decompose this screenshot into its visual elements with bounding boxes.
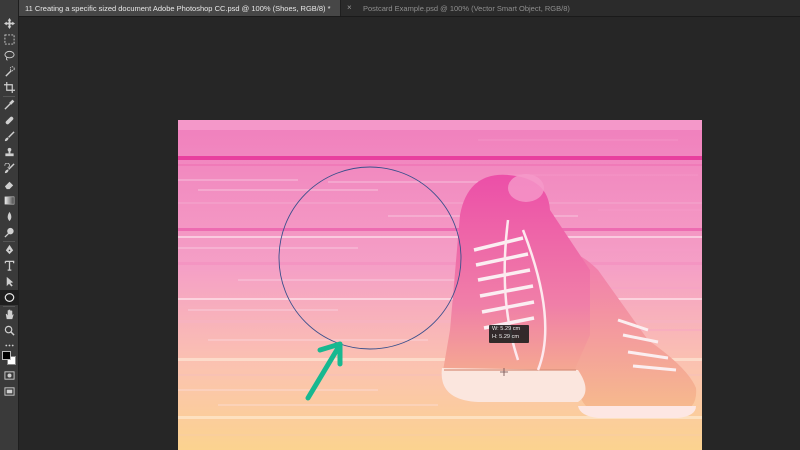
zoom-tool-icon[interactable] bbox=[0, 323, 18, 338]
quick-mask-icon[interactable] bbox=[0, 368, 18, 383]
screen-mode-icon[interactable] bbox=[0, 384, 18, 399]
quick-selection-tool-icon[interactable] bbox=[0, 64, 18, 79]
dodge-tool-icon[interactable] bbox=[0, 225, 18, 240]
tab-label: Postcard Example.psd @ 100% (Vector Smar… bbox=[363, 3, 570, 13]
dimension-tooltip: W: 5.29 cm H: 5.29 cm bbox=[489, 325, 529, 343]
eraser-tool-icon[interactable] bbox=[0, 177, 18, 192]
crop-tool-icon[interactable] bbox=[0, 80, 18, 95]
move-tool-icon[interactable] bbox=[0, 16, 18, 31]
annotation-arrow-icon bbox=[305, 341, 343, 401]
color-swatches-icon[interactable] bbox=[1, 350, 18, 366]
document-canvas[interactable] bbox=[178, 120, 702, 450]
pen-tool-icon[interactable] bbox=[0, 242, 18, 257]
marquee-tool-icon[interactable] bbox=[0, 32, 18, 47]
height-readout: H: 5.29 cm bbox=[492, 333, 520, 340]
tools-panel bbox=[0, 0, 19, 450]
width-readout: W: 5.29 cm bbox=[492, 326, 521, 332]
tab-label: 11 Creating a specific sized document Ad… bbox=[25, 3, 331, 13]
close-tab-button[interactable]: × bbox=[347, 0, 352, 16]
tab-active-document[interactable]: 11 Creating a specific sized document Ad… bbox=[19, 0, 340, 16]
healing-brush-tool-icon[interactable] bbox=[0, 113, 18, 128]
hand-tool-icon[interactable] bbox=[0, 307, 18, 322]
ellipse-tool-icon[interactable] bbox=[0, 290, 18, 305]
path-selection-tool-icon[interactable] bbox=[0, 274, 18, 289]
gradient-tool-icon[interactable] bbox=[0, 193, 18, 208]
blur-tool-icon[interactable] bbox=[0, 209, 18, 224]
eyedropper-tool-icon[interactable] bbox=[0, 97, 18, 112]
foreground-color-swatch[interactable] bbox=[2, 351, 11, 360]
history-brush-tool-icon[interactable] bbox=[0, 161, 18, 176]
lasso-tool-icon[interactable] bbox=[0, 48, 18, 63]
brush-tool-icon[interactable] bbox=[0, 129, 18, 144]
clone-stamp-tool-icon[interactable] bbox=[0, 145, 18, 160]
tab-postcard-example[interactable]: × Postcard Example.psd @ 100% (Vector Sm… bbox=[340, 0, 580, 16]
shoes-photo bbox=[178, 120, 702, 450]
type-tool-icon[interactable] bbox=[0, 258, 18, 273]
document-tab-bar: 11 Creating a specific sized document Ad… bbox=[19, 0, 800, 17]
